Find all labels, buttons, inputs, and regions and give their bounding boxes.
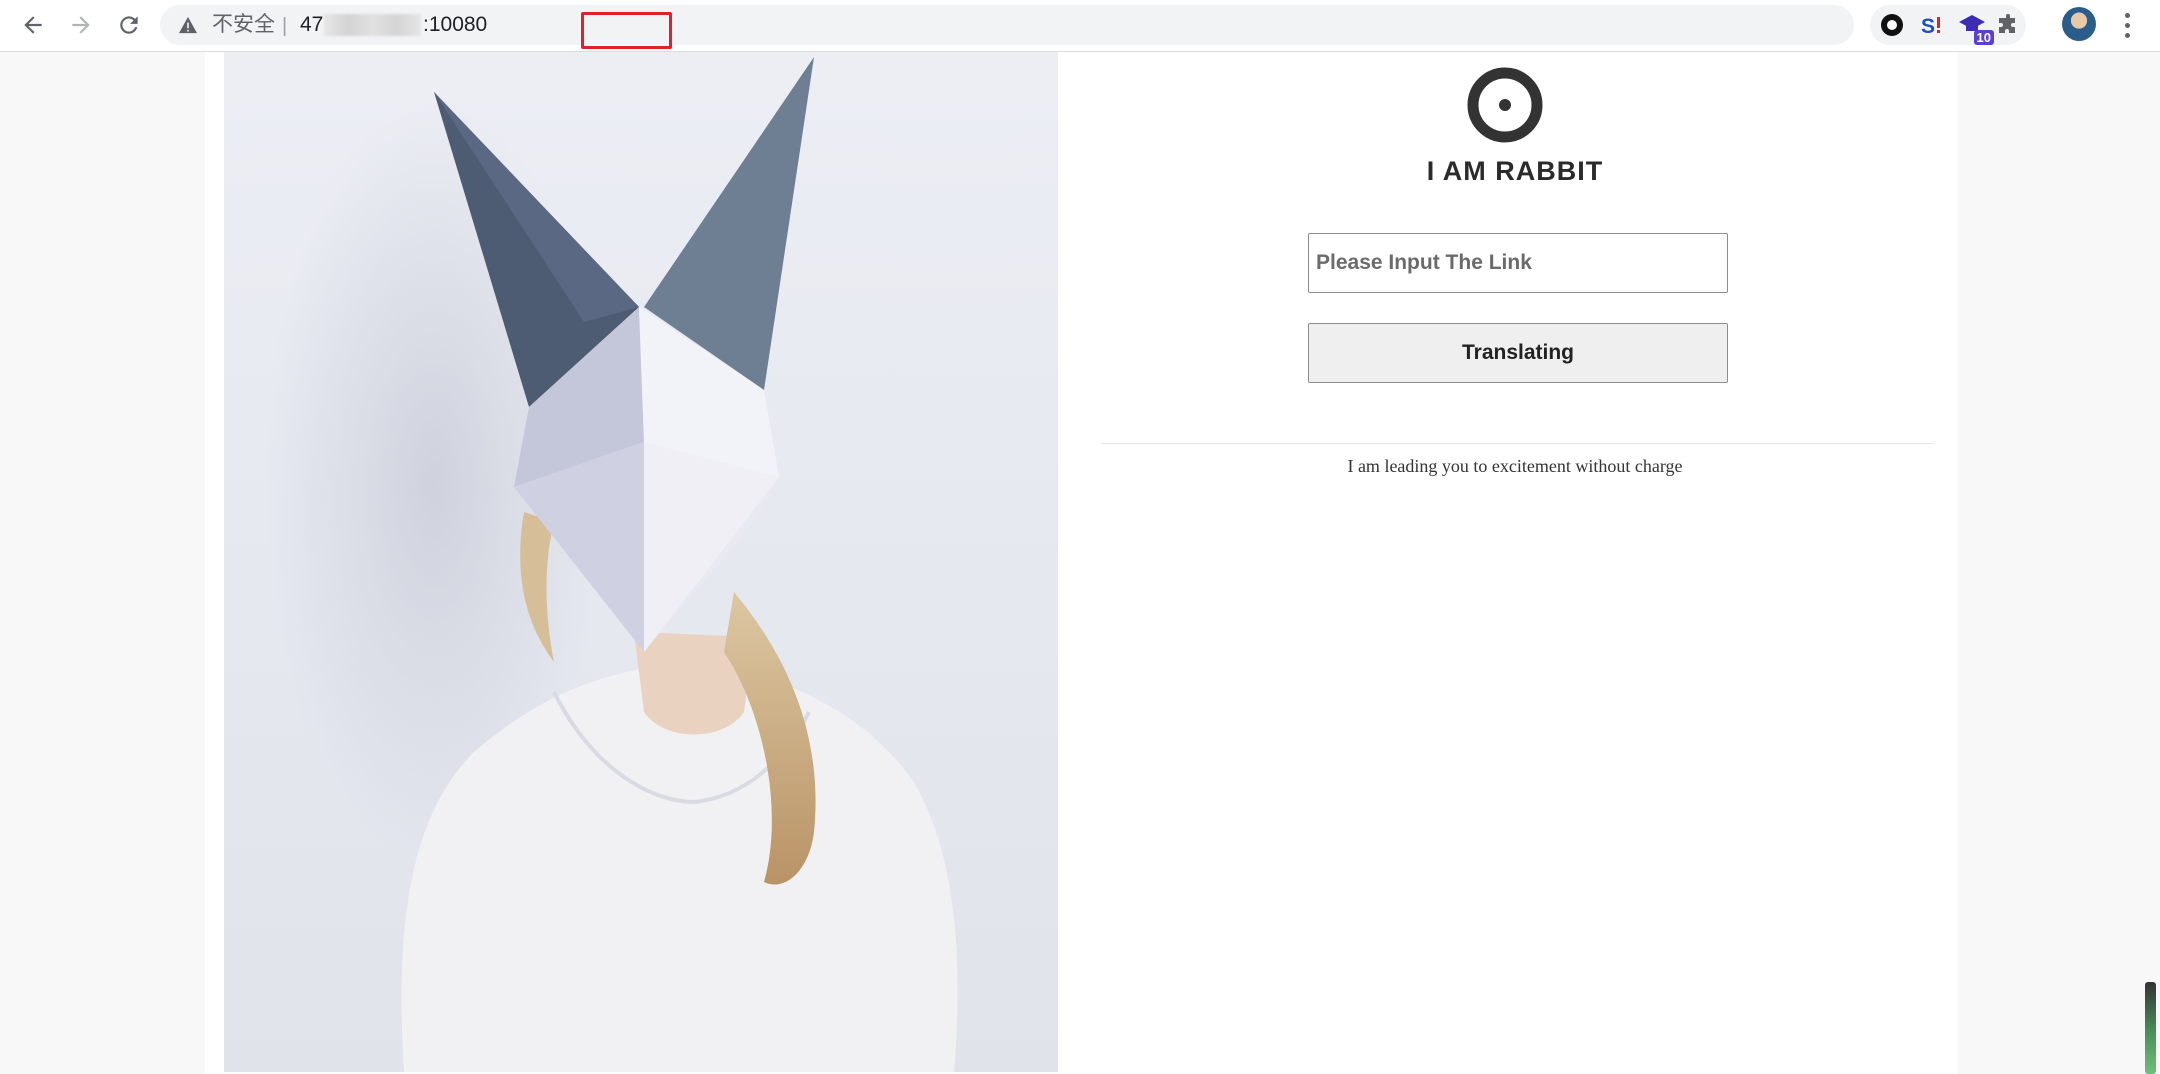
arrow-left-icon [24,16,42,34]
circle-extension-icon[interactable] [1878,11,1906,39]
warning-triangle-icon[interactable] [178,16,198,34]
browser-toolbar: 不安全 | 47 :10080 S 10 [0,0,2160,52]
target-circle-logo [1467,67,1543,143]
svg-text:S: S [1921,15,1935,38]
port-highlight-box [581,12,672,49]
extensions-area: S 10 [1870,5,2026,45]
origami-rabbit-mask-photo [264,57,958,1072]
divider [1101,443,1934,444]
site-title: I AM RABBIT [1426,156,1604,186]
profile-avatar[interactable] [2062,7,2096,41]
url-port[interactable]: :10080 [423,11,487,39]
cap-extension-icon[interactable]: 10 [1958,11,1994,45]
tagline: I am leading you to excitement without c… [1347,456,1683,476]
hero-image [224,52,1058,1072]
reload-button[interactable] [109,6,149,44]
page-container: I AM RABBIT Translating I am leading you… [205,52,1958,1074]
back-button[interactable] [13,6,53,44]
forward-button[interactable] [61,6,101,44]
form-panel: I AM RABBIT Translating I am leading you… [1058,52,1958,1074]
arrow-right-icon [72,16,90,34]
url-separator: | [282,15,288,37]
address-bar[interactable]: 不安全 | 47 :10080 [160,5,1995,49]
scrollbar-thumb[interactable] [2145,982,2156,1074]
s-extension-icon[interactable]: S [1918,11,1946,39]
extension-badge: 10 [1973,30,1994,45]
url-host[interactable]: 47 [300,11,323,39]
translating-button[interactable]: Translating [1308,323,1728,383]
puzzle-icon[interactable] [1994,11,2022,39]
url-redacted-region [324,14,421,36]
security-status-label[interactable]: 不安全 [212,11,275,39]
reload-icon [120,16,138,34]
link-input[interactable] [1308,233,1728,293]
three-dots-icon[interactable] [2117,7,2137,43]
